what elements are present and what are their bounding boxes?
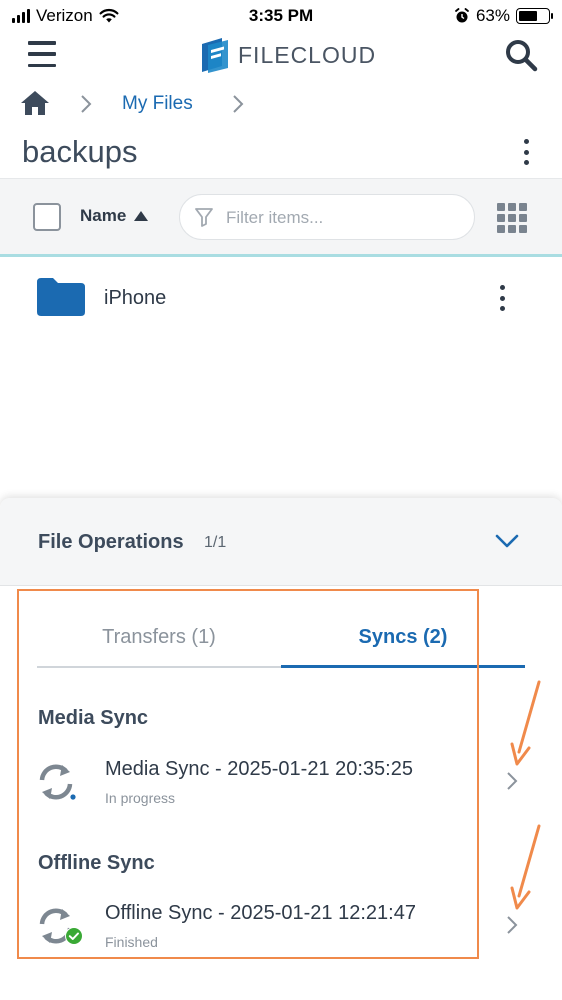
chevron-right-icon bbox=[232, 94, 244, 119]
filter-input[interactable] bbox=[226, 205, 456, 231]
page-title: backups bbox=[22, 134, 138, 169]
app-header: FILECLOUD bbox=[0, 34, 562, 78]
folder-icon bbox=[37, 278, 85, 316]
tab-transfers[interactable]: Transfers (1) bbox=[37, 606, 281, 668]
list-item[interactable]: iPhone bbox=[0, 262, 562, 334]
filecloud-logo-icon bbox=[202, 38, 228, 73]
sync-icon bbox=[39, 764, 76, 800]
chevron-right-icon[interactable] bbox=[505, 770, 519, 792]
sync-group-heading: Offline Sync bbox=[38, 852, 155, 874]
chevron-right-icon[interactable] bbox=[505, 914, 519, 936]
battery-icon bbox=[516, 8, 553, 24]
row-more-options-icon[interactable] bbox=[498, 285, 506, 311]
filter-box bbox=[179, 194, 475, 240]
file-list-toolbar: Name bbox=[0, 178, 562, 254]
search-icon[interactable] bbox=[504, 38, 538, 72]
sort-by-name-button[interactable]: Name bbox=[80, 206, 149, 226]
sync-item-media[interactable]: Media Sync - 2025-01-21 20:35:25 In prog… bbox=[0, 752, 562, 822]
filecloud-logo: FILECLOUD bbox=[200, 36, 376, 74]
tab-syncs[interactable]: Syncs (2) bbox=[281, 606, 525, 668]
sync-status: In progress bbox=[105, 790, 176, 806]
sync-title: Offline Sync - 2025-01-21 12:21:47 bbox=[105, 902, 416, 924]
sync-group-heading: Media Sync bbox=[38, 707, 149, 729]
chevron-down-icon[interactable] bbox=[494, 528, 520, 554]
status-bar: Verizon 3:35 PM 63% bbox=[0, 0, 562, 34]
filter-icon bbox=[195, 208, 213, 227]
sort-label: Name bbox=[80, 206, 127, 225]
sort-ascending-icon bbox=[134, 211, 149, 221]
hamburger-menu-icon[interactable] bbox=[28, 41, 56, 67]
success-check-icon bbox=[65, 927, 83, 945]
active-tab-indicator bbox=[281, 665, 525, 668]
file-name: iPhone bbox=[104, 287, 167, 309]
file-operations-count: 1/1 bbox=[204, 534, 227, 551]
select-all-checkbox[interactable] bbox=[33, 203, 61, 231]
battery-percent: 63% bbox=[475, 6, 510, 25]
operations-tabs: Transfers (1) Syncs (2) bbox=[37, 606, 525, 668]
chevron-right-icon bbox=[80, 94, 92, 119]
folder-more-options-icon[interactable] bbox=[522, 139, 530, 165]
alarm-icon bbox=[455, 8, 469, 23]
breadcrumb: My Files bbox=[0, 86, 562, 122]
file-operations-title: File Operations bbox=[38, 531, 184, 553]
grid-view-icon[interactable] bbox=[497, 203, 527, 233]
logo-text: FILECLOUD bbox=[238, 41, 377, 68]
sync-title: Media Sync - 2025-01-21 20:35:25 bbox=[105, 758, 413, 780]
sync-status: Finished bbox=[105, 934, 158, 950]
sync-item-offline[interactable]: Offline Sync - 2025-01-21 12:21:47 Finis… bbox=[0, 896, 562, 966]
file-operations-header[interactable]: File Operations 1/1 bbox=[0, 498, 562, 586]
toolbar-divider bbox=[0, 254, 562, 257]
home-icon[interactable] bbox=[20, 90, 50, 121]
breadcrumb-my-files[interactable]: My Files bbox=[122, 93, 193, 115]
